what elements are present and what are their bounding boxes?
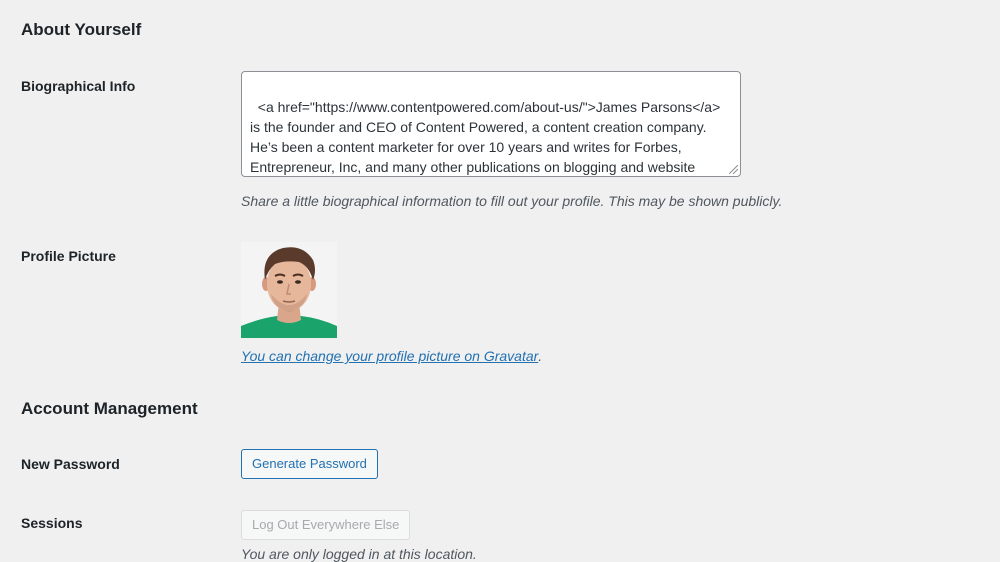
- sessions-label: Sessions: [21, 515, 83, 531]
- about-yourself-heading: About Yourself: [21, 20, 142, 39]
- resize-grip-icon[interactable]: [729, 165, 738, 174]
- avatar: [241, 242, 337, 338]
- profile-photo-image: [241, 242, 337, 338]
- gravatar-link[interactable]: You can change your profile picture on G…: [241, 348, 542, 364]
- log-out-everywhere-else-button: Log Out Everywhere Else: [241, 510, 411, 540]
- account-management-heading: Account Management: [21, 399, 198, 418]
- new-password-label: New Password: [21, 456, 120, 472]
- profile-picture-label: Profile Picture: [21, 248, 116, 264]
- generate-password-button[interactable]: Generate Password: [241, 449, 378, 479]
- biographical-info-label: Biographical Info: [21, 78, 136, 94]
- biographical-info-text: <a href="https://www.contentpowered.com/…: [250, 99, 721, 175]
- gravatar-link-text[interactable]: You can change your profile picture on G…: [241, 348, 538, 364]
- biographical-info-textarea[interactable]: <a href="https://www.contentpowered.com/…: [241, 71, 741, 177]
- gravatar-link-period: .: [538, 348, 543, 364]
- biographical-info-description: Share a little biographical information …: [241, 193, 783, 209]
